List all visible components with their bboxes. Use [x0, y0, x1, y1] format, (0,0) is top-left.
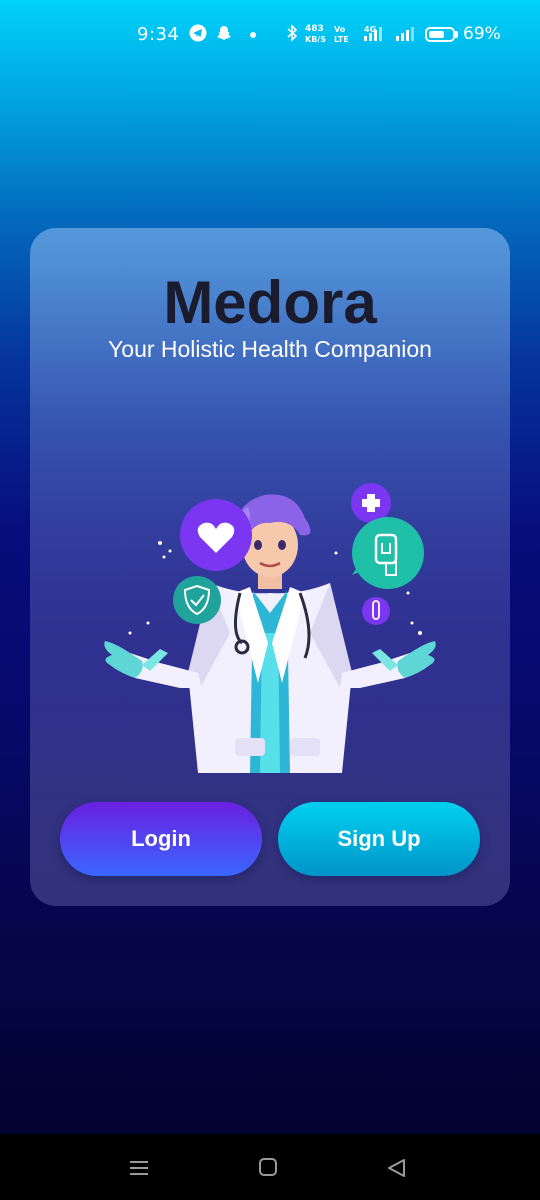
- back-triangle-icon[interactable]: [385, 1156, 409, 1180]
- welcome-card: Medora Your Holistic Health Companion Lo…: [30, 228, 510, 906]
- volte-bottom: LTE: [334, 35, 349, 44]
- battery-icon: [425, 27, 455, 42]
- net-speed-unit: KB/S: [305, 35, 326, 44]
- signal-icon: [362, 24, 386, 42]
- app-subtitle: Your Holistic Health Companion: [108, 336, 432, 362]
- login-button[interactable]: Login: [60, 802, 262, 876]
- doctor-illustration: [104, 483, 436, 773]
- telegram-icon: [189, 24, 207, 42]
- app-title: Medora: [163, 269, 377, 336]
- signal-icon-2: [394, 24, 416, 42]
- net-speed-value: 483: [305, 24, 324, 34]
- menu-icon[interactable]: [128, 1156, 152, 1180]
- battery-percent: 69%: [463, 24, 501, 44]
- signup-button[interactable]: Sign Up: [278, 802, 480, 876]
- battery-fill: [429, 31, 444, 38]
- notification-dot: [250, 32, 256, 38]
- home-square-icon[interactable]: [257, 1156, 281, 1180]
- status-time: 9:34: [137, 24, 180, 45]
- navigation-bar: [0, 1134, 540, 1200]
- battery-tip: [455, 31, 458, 38]
- status-bar: 9:34 483 KB/S Vo LTE 4G 69%: [0, 0, 540, 70]
- snapchat-icon: [215, 24, 233, 42]
- bluetooth-icon: [283, 24, 301, 42]
- volte-top: Vo: [334, 25, 346, 34]
